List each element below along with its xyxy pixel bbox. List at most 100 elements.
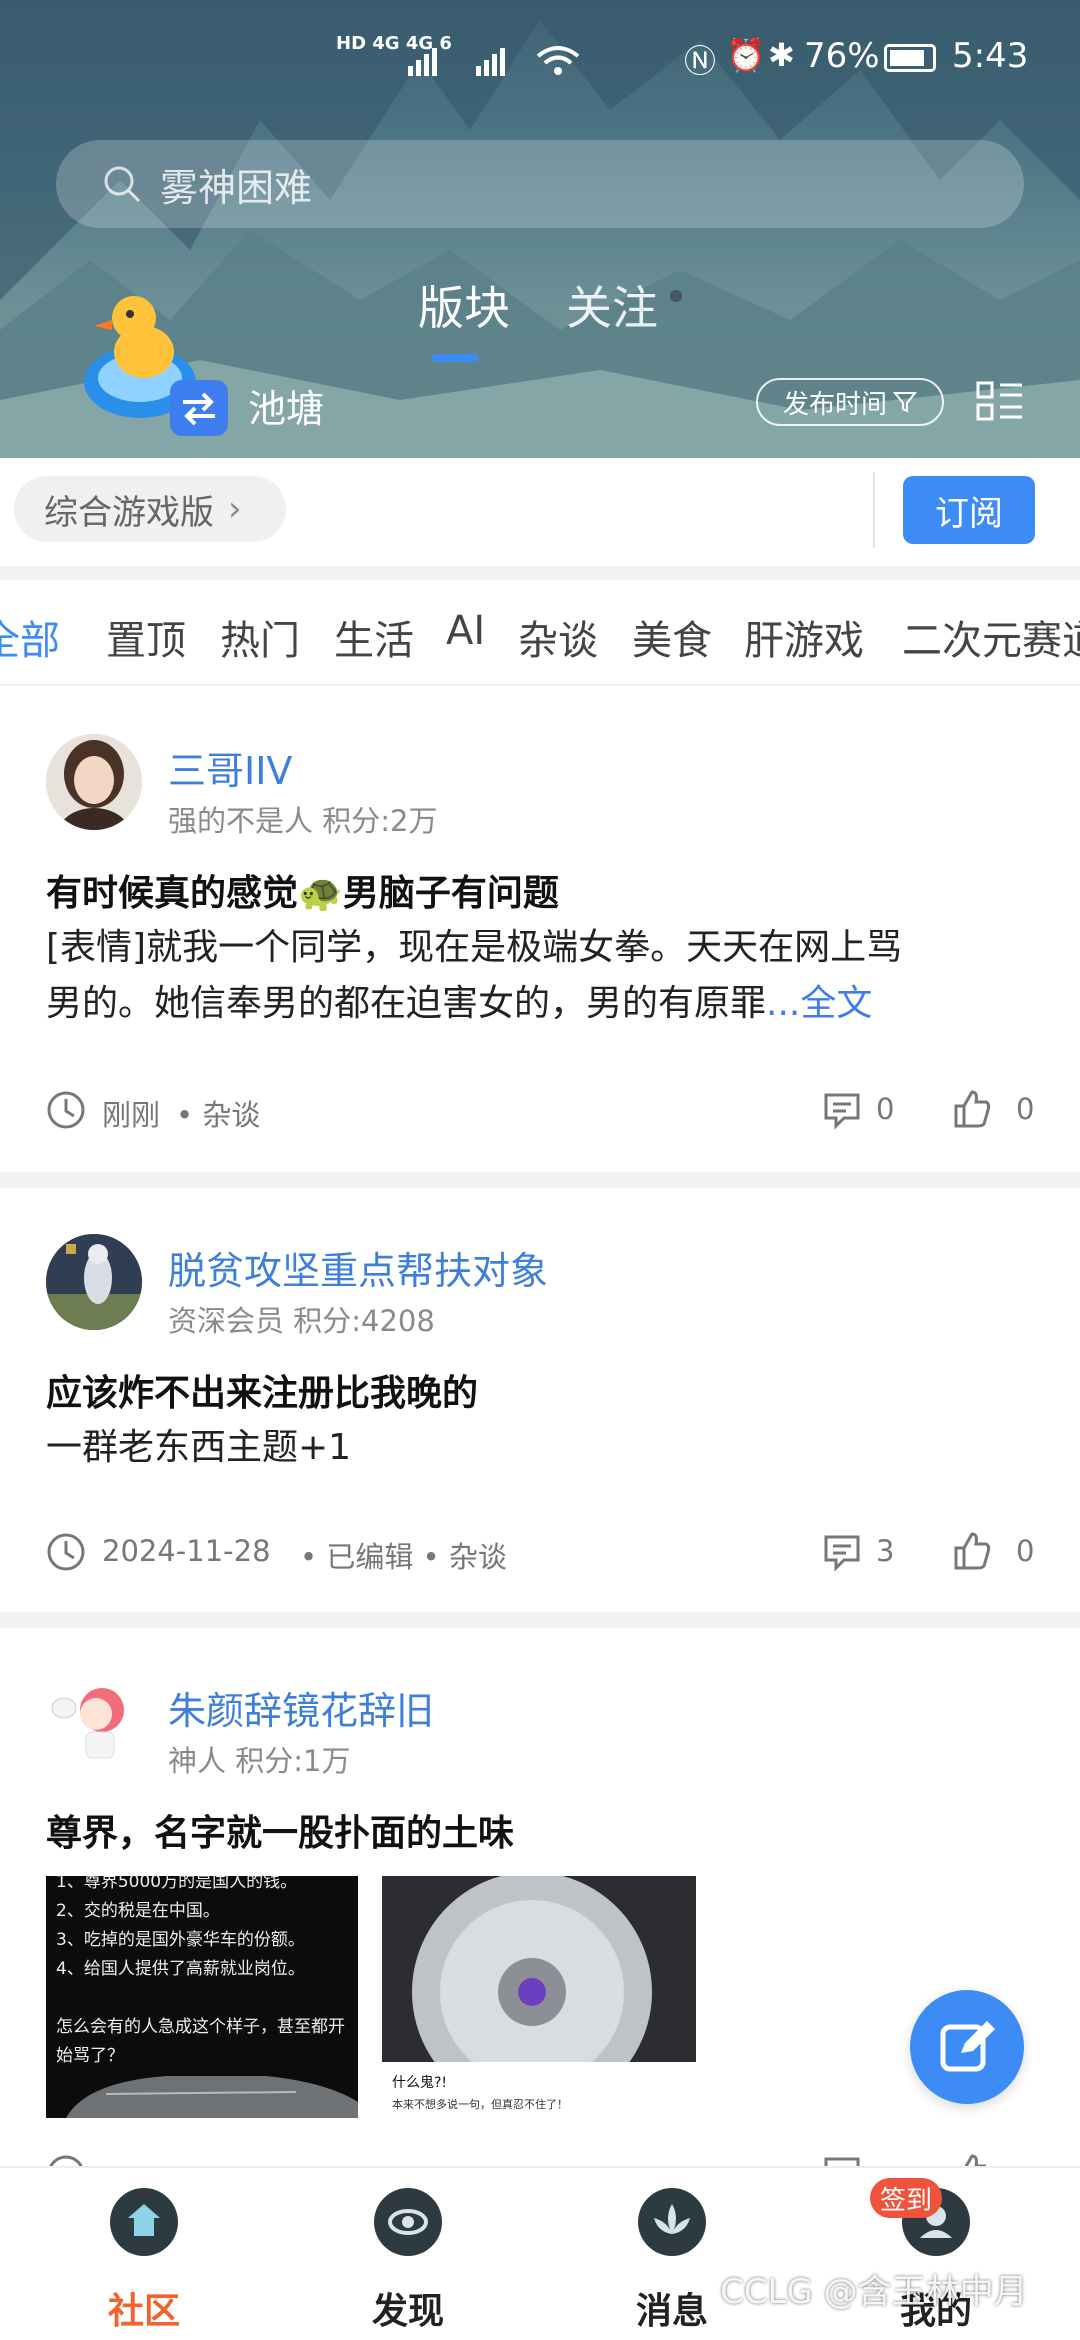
pond-label: 池塘	[248, 387, 325, 431]
checkin-badge[interactable]: 签到	[870, 2178, 942, 2218]
post-body-line: [表情]就我一个同学，现在是极端女拳。天天在网上骂	[46, 927, 903, 968]
comment-icon[interactable]	[822, 1532, 862, 1572]
nfc-icon: Ⓝ	[684, 42, 717, 80]
status-bar: HD 4G 4G 6 Ⓝ ⏰ ✱ 76% 5:43	[0, 30, 1080, 90]
avatar[interactable]	[46, 1234, 142, 1330]
tab-following[interactable]: 关注	[566, 272, 658, 338]
like-count: 0	[1016, 1534, 1035, 1568]
post-body[interactable]: 一群老东西主题+1	[46, 1420, 1056, 1476]
post-image-text-screenshot[interactable]: 1、尊界5000万的是国人的钱。 2、交的税是在中国。 3、吃掉的是国外豪华车的…	[46, 1876, 358, 2118]
post-username[interactable]: 三哥IIV	[168, 740, 292, 795]
category-hot[interactable]: 热门	[220, 608, 300, 666]
post-username[interactable]: 朱颜辞镜花辞旧	[168, 1680, 434, 1735]
battery-icon	[884, 44, 936, 72]
category-ai[interactable]: AI	[446, 608, 485, 654]
post-card[interactable]: 朱颜辞镜花辞旧 神人 积分:1万 尊界，名字就一股扑面的土味 1、尊界5000万…	[0, 1628, 1080, 2166]
user-avatar-cartoon	[51, 1688, 124, 1759]
tab-dot	[670, 290, 682, 302]
subscribe-button[interactable]: 订阅	[903, 476, 1035, 544]
category-food[interactable]: 美食	[632, 608, 712, 666]
category-grind-games[interactable]: 肝游戏	[744, 608, 864, 666]
like-count: 0	[1016, 1092, 1035, 1126]
tab-indicator	[432, 354, 478, 362]
post-time: 刚刚	[102, 1098, 161, 1132]
compose-post-button[interactable]	[910, 1990, 1024, 2104]
post-separator	[0, 1612, 1080, 1628]
avatar[interactable]	[46, 734, 142, 830]
search-placeholder: 雾神困难	[160, 165, 313, 210]
discover-icon	[374, 2188, 442, 2256]
clock-icon	[49, 2155, 83, 2166]
image-text-line: 3、吃掉的是国外豪华车的份额。	[56, 1930, 305, 1950]
search-input[interactable]: 雾神困难	[56, 140, 1024, 228]
category-all[interactable]: 全部	[0, 608, 60, 666]
layout-list-icon[interactable]	[976, 380, 1024, 424]
category-pinned[interactable]: 置顶	[106, 608, 186, 666]
swap-arrows-icon	[183, 392, 215, 426]
signal-icon	[408, 46, 580, 76]
post-time: 2024-11-28	[102, 1534, 271, 1568]
post-title[interactable]: 有时候真的感觉🐢男脑子有问题	[46, 864, 559, 916]
like-icon[interactable]	[952, 1530, 992, 1572]
post-body-line: 男的。她信奉男的都在迫害女的，男的有原罪	[46, 983, 767, 1024]
image-text-line: 怎么会有的人急成这个样子，甚至都开	[56, 2017, 345, 2037]
nav-discover[interactable]: 发现	[318, 2168, 498, 2340]
post-card[interactable]: 脱贫攻坚重点帮扶对象 资深会员 积分:4208 应该炸不出来注册比我晚的 一群老…	[0, 1188, 1080, 1612]
post-body-line: 一群老东西主题+1	[46, 1427, 352, 1468]
post-body[interactable]: [表情]就我一个同学，现在是极端女拳。天天在网上骂 男的。她信奉男的都在迫害女的…	[46, 920, 1056, 1032]
comment-icon[interactable]	[822, 2154, 862, 2166]
post-tag: • 杂谈	[176, 1098, 261, 1132]
clock-icon	[47, 1091, 85, 1129]
tab-boards[interactable]: 版块	[418, 272, 510, 338]
messages-icon	[638, 2188, 706, 2256]
category-tabs: 全部 置顶 热门 生活 AI 杂谈 美食 肝游戏 二次元赛道	[0, 580, 1080, 686]
post-tag: • 已编辑 • 杂谈	[300, 1540, 507, 1574]
filter-icon	[893, 392, 917, 413]
search-icon	[104, 166, 141, 203]
category-chat[interactable]: 杂谈	[518, 608, 598, 666]
like-icon[interactable]	[952, 2152, 992, 2166]
image-text-line: 4、给国人提供了高薪就业岗位。	[56, 1959, 305, 1979]
post-image-wheel[interactable]: 什么鬼?! 本来不想多说一句，但真忍不住了！	[382, 1876, 696, 2118]
post-user-meta: 神人 积分:1万	[168, 1744, 351, 1778]
comment-count: 0	[876, 1092, 895, 1126]
comment-icon[interactable]	[822, 1090, 862, 1130]
board-selector[interactable]: 综合游戏版 ›	[14, 476, 286, 542]
post-separator	[0, 1172, 1080, 1188]
bluetooth-icon: ✱	[768, 36, 795, 74]
clock-icon	[47, 1533, 85, 1571]
nav-label: 社区	[107, 2291, 180, 2332]
image-text-line: 1、尊界5000万的是国人的钱。	[56, 1876, 298, 1892]
image-text-line: 2、交的税是在中国。	[56, 1901, 220, 1921]
sort-by-time-button[interactable]: 发布时间	[756, 378, 944, 426]
wheel-photo	[382, 1876, 696, 2112]
comment-count: 3	[876, 1534, 895, 1568]
nav-label: 发现	[371, 2291, 444, 2332]
like-icon[interactable]	[952, 1088, 992, 1130]
post-title[interactable]: 尊界，名字就一股扑面的土味	[46, 1804, 514, 1856]
switch-board-button[interactable]	[170, 380, 228, 436]
community-icon	[110, 2188, 178, 2256]
post-user-meta: 强的不是人 积分:2万	[168, 804, 438, 838]
clock: 5:43	[952, 36, 1029, 76]
image-caption: 本来不想多说一句，但真忍不住了！	[392, 2098, 568, 2111]
post-username[interactable]: 脱贫攻坚重点帮扶对象	[168, 1240, 548, 1295]
category-acg[interactable]: 二次元赛道	[902, 608, 1080, 666]
watermark: CCLG @含玉林中月	[720, 2272, 1028, 2312]
post-card[interactable]: 三哥IIV 强的不是人 积分:2万 有时候真的感觉🐢男脑子有问题 [表情]就我一…	[0, 688, 1080, 1172]
nav-messages[interactable]: 消息	[582, 2168, 762, 2340]
image-caption: 什么鬼?!	[392, 2075, 448, 2091]
chevron-right-icon: ›	[228, 489, 242, 529]
battery-percent: 76%	[804, 36, 880, 76]
section-gap	[0, 566, 1080, 580]
user-avatar-photo	[46, 734, 142, 830]
divider	[873, 472, 875, 548]
post-title[interactable]: 应该炸不出来注册比我晚的	[46, 1364, 478, 1416]
read-more-link[interactable]: ...全文	[766, 983, 872, 1024]
nav-community[interactable]: 社区	[54, 2168, 234, 2340]
category-life[interactable]: 生活	[334, 608, 414, 666]
sort-label: 发布时间	[782, 389, 887, 420]
avatar[interactable]	[46, 1674, 142, 1770]
alarm-icon: ⏰	[726, 36, 766, 74]
user-avatar-game	[46, 1234, 142, 1330]
